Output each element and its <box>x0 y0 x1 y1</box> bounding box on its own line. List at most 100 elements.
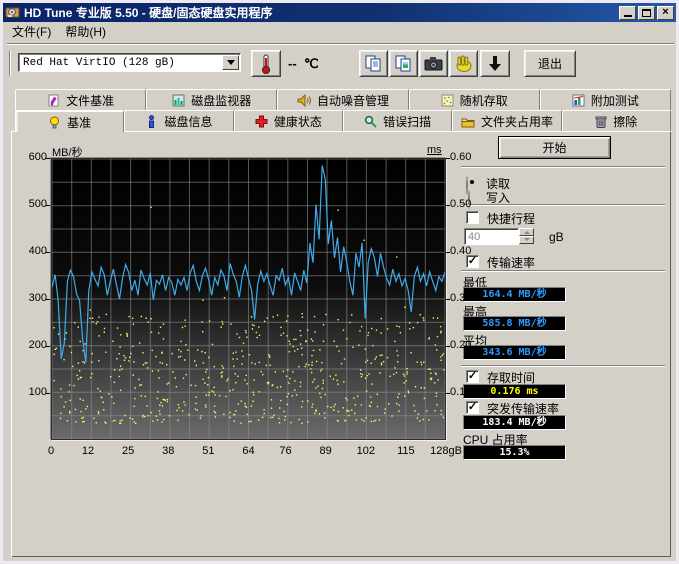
axis-tick-mark <box>46 393 50 394</box>
benchmark-bulb-icon <box>48 116 61 129</box>
close-button[interactable]: × <box>657 6 674 20</box>
axis-tick-mark <box>446 346 450 347</box>
menu-file[interactable]: 文件(F) <box>5 21 58 42</box>
divider <box>461 166 665 168</box>
extra-tests-icon <box>572 94 585 107</box>
access-time-checkbox[interactable]: ✓ <box>466 370 479 383</box>
copy-text-button[interactable] <box>359 50 388 77</box>
start-button-label: 开始 <box>542 139 566 156</box>
drive-select[interactable]: Red Hat VirtIO (128 gB) <box>18 53 241 72</box>
short-stroke-label: 快捷行程 <box>487 210 535 227</box>
random-access-icon <box>441 94 454 107</box>
toolbar-grip <box>9 51 11 76</box>
disk-monitor-icon <box>172 94 185 107</box>
minimize-button[interactable] <box>619 6 636 20</box>
menu-bar: 文件(F) 帮助(H) <box>3 22 676 41</box>
tab-disk-monitor[interactable]: 磁盘监视器 <box>146 89 277 110</box>
tab-label: 自动噪音管理 <box>317 92 389 109</box>
tab-health[interactable]: 健康状态 <box>234 110 343 132</box>
y-right-tick-label: 0.60 <box>450 151 471 163</box>
y-right-tick-label: 0.20 <box>450 339 471 351</box>
x-tick-label: 128gB <box>430 445 462 457</box>
tab-extra-tests[interactable]: 附加测试 <box>540 89 671 110</box>
copy-image-button[interactable] <box>389 50 418 77</box>
start-button[interactable]: 开始 <box>498 136 611 159</box>
aam-hand-button[interactable] <box>449 50 478 77</box>
divider <box>461 204 665 206</box>
spinner-down-icon <box>524 238 530 244</box>
maximize-button[interactable] <box>638 6 655 20</box>
tab-error-scan[interactable]: 错误扫描 <box>343 110 452 132</box>
tab-erase[interactable]: 擦除 <box>562 110 671 132</box>
tab-file-benchmark[interactable]: 文件基准 <box>15 89 146 110</box>
tab-label: 错误扫描 <box>383 113 431 130</box>
chart-canvas <box>52 159 445 439</box>
y-left-tick-label: 100 <box>17 386 47 398</box>
file-benchmark-icon <box>47 94 60 107</box>
capacity-spinner[interactable]: 40 <box>464 228 534 245</box>
burst-rate-display: 183.4 MB/秒 <box>463 415 566 430</box>
y-right-tick-label: 0.30 <box>450 292 471 304</box>
x-tick-label: 64 <box>242 445 254 457</box>
exit-button-label: 退出 <box>538 55 562 72</box>
speaker-icon <box>297 94 311 107</box>
tab-label: 健康状态 <box>274 113 322 130</box>
tab-label: 磁盘监视器 <box>191 92 251 109</box>
title-bar[interactable]: HD Tune 专业版 5.50 - 硬盘/固态硬盘实用程序 × <box>3 3 676 22</box>
chevron-down-icon <box>227 60 235 69</box>
tab-auto-acoustic[interactable]: 自动噪音管理 <box>277 89 408 110</box>
x-tick-label: 38 <box>162 445 174 457</box>
tab-label: 随机存取 <box>460 92 508 109</box>
right-axis-unit: ms <box>427 144 442 156</box>
exit-button[interactable]: 退出 <box>524 50 576 77</box>
divider <box>461 365 665 367</box>
x-tick-label: 12 <box>82 445 94 457</box>
axis-tick-mark <box>46 252 50 253</box>
drive-select-arrow[interactable] <box>222 55 239 70</box>
temperature-unit: ℃ <box>304 56 319 72</box>
y-right-tick-label: 0.10 <box>450 386 471 398</box>
tab-label: 文件夹占用率 <box>481 113 553 130</box>
window-title: HD Tune 专业版 5.50 - 硬盘/固态硬盘实用程序 <box>24 4 272 21</box>
divider <box>461 270 665 272</box>
x-tick-label: 25 <box>122 445 134 457</box>
spinner-up-button[interactable] <box>519 228 534 236</box>
transfer-rate-label: 传输速率 <box>487 254 535 271</box>
tab-label: 文件基准 <box>66 92 114 109</box>
app-window: HD Tune 专业版 5.50 - 硬盘/固态硬盘实用程序 × 文件(F) 帮… <box>0 0 679 564</box>
camera-icon <box>424 56 443 71</box>
burst-rate-checkbox[interactable]: ✓ <box>466 401 479 414</box>
spinner-down-button[interactable] <box>519 236 534 244</box>
capacity-value: 40 <box>464 228 519 245</box>
info-icon <box>145 115 158 128</box>
tab-label: 擦除 <box>613 113 637 130</box>
temperature-button[interactable] <box>251 50 281 77</box>
tab-row-upper: 文件基准 磁盘监视器 自动噪音管理 随机存取 附加测试 <box>15 89 671 110</box>
close-icon: × <box>662 7 668 18</box>
screenshot-button[interactable] <box>419 50 448 77</box>
capacity-unit-label: gB <box>549 230 564 244</box>
copy-image-icon <box>395 55 413 73</box>
benchmark-chart <box>51 158 446 440</box>
magnifier-icon <box>364 115 377 128</box>
folder-icon <box>461 116 475 128</box>
tab-disk-info[interactable]: 磁盘信息 <box>124 110 233 132</box>
tab-label: 磁盘信息 <box>164 113 212 130</box>
menu-help[interactable]: 帮助(H) <box>58 21 113 42</box>
axis-tick-mark <box>446 299 450 300</box>
x-tick-label: 51 <box>202 445 214 457</box>
short-stroke-checkbox[interactable] <box>466 211 479 224</box>
y-left-tick-label: 300 <box>17 292 47 304</box>
tab-benchmark[interactable]: 基准 <box>15 110 124 132</box>
min-value-display: 164.4 MB/秒 <box>463 287 566 302</box>
minimize-icon <box>624 15 632 17</box>
down-arrow-icon <box>487 55 503 73</box>
tab-random-access[interactable]: 随机存取 <box>409 89 540 110</box>
tab-folder-usage[interactable]: 文件夹占用率 <box>452 110 561 132</box>
save-button[interactable] <box>480 50 510 77</box>
y-left-tick-label: 500 <box>17 198 47 210</box>
tab-label: 基准 <box>67 114 91 131</box>
checkmark-icon: ✓ <box>468 371 477 382</box>
x-tick-label: 102 <box>357 445 375 457</box>
x-tick-label: 0 <box>48 445 54 457</box>
